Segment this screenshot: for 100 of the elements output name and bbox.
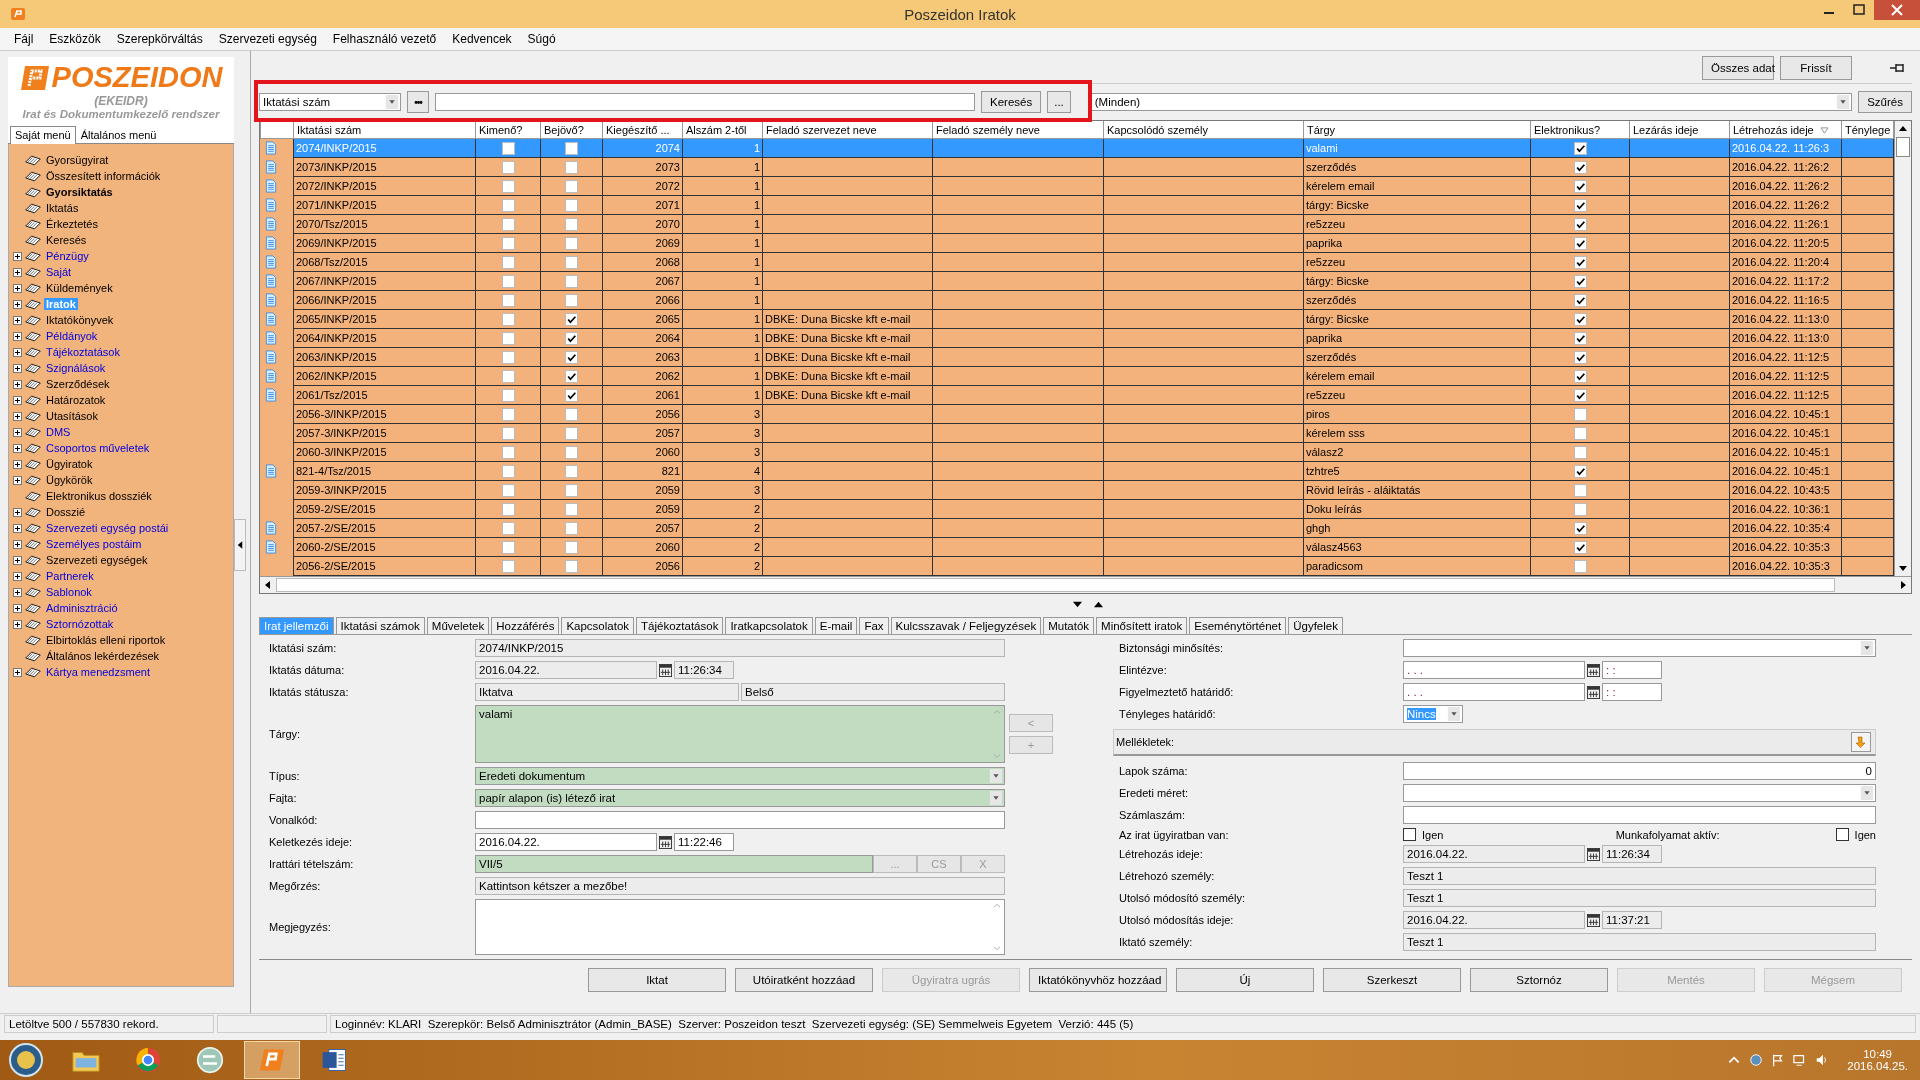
detail-tab[interactable]: Eseménytörténet	[1189, 617, 1287, 634]
checkbox[interactable]	[1573, 179, 1587, 193]
options-button[interactable]: ...	[1047, 91, 1071, 113]
action-button[interactable]: Utóiratként hozzáad	[735, 968, 873, 992]
checkbox[interactable]	[565, 312, 578, 326]
checkbox[interactable]	[501, 331, 515, 345]
checkbox[interactable]	[1573, 293, 1587, 307]
column-header[interactable]: Létrehozás ideje	[1729, 121, 1842, 139]
checkbox[interactable]	[1573, 540, 1587, 554]
checkbox[interactable]	[565, 426, 578, 440]
date-field[interactable]: 2016.04.22.	[1403, 911, 1585, 929]
checkbox[interactable]	[565, 388, 578, 402]
toolbar-button[interactable]: Összes adat	[1702, 56, 1774, 80]
checkbox[interactable]	[501, 426, 515, 440]
column-header[interactable]: Kapcsolódó személy	[1103, 121, 1304, 139]
menu-tree-item[interactable]: Érkeztetés	[44, 218, 100, 230]
menu-item[interactable]: Felhasználó vezető	[324, 32, 445, 46]
menu-tree-item[interactable]: Csoportos műveletek	[44, 442, 152, 454]
table-row[interactable]: 2069/INKP/2015 2069 1 paprika 2016.04.22. 11:20:5	[260, 233, 1894, 253]
checkbox[interactable]	[1573, 331, 1587, 345]
checkbox[interactable]	[501, 540, 515, 554]
menu-item[interactable]: Súgó	[519, 32, 564, 46]
number-field[interactable]: 0	[1403, 762, 1876, 780]
checkbox[interactable]	[565, 502, 578, 516]
checkbox[interactable]	[501, 559, 515, 573]
table-row[interactable]: 2056-2/SE/2015 2056 2 paradicsom 2016.04.22. 10:35:3	[260, 556, 1894, 576]
checkbox[interactable]	[1573, 198, 1587, 212]
checkbox[interactable]	[501, 141, 515, 155]
menu-item[interactable]: Fájl	[6, 32, 42, 46]
expand-icon[interactable]	[13, 587, 22, 597]
column-header[interactable]: Elektronikus?	[1530, 121, 1630, 139]
time-field[interactable]: : :	[1602, 661, 1662, 679]
table-row[interactable]: 2060-3/INKP/2015 2060 3 válasz2 2016.04.22. 10:45:1	[260, 442, 1894, 462]
time-field[interactable]: 11:22:46	[674, 833, 734, 851]
column-header[interactable]: Tárgy	[1303, 121, 1531, 139]
expand-icon[interactable]	[13, 555, 22, 565]
date-field[interactable]: 2016.04.22.	[475, 661, 657, 679]
menu-tree-item[interactable]: Szervezeti egységek	[44, 554, 150, 566]
expand-icon[interactable]	[13, 315, 22, 325]
menu-tree-item[interactable]: Összesített információk	[44, 170, 163, 182]
expand-icon[interactable]	[13, 619, 22, 629]
checkbox[interactable]	[565, 483, 578, 497]
menu-tree-item[interactable]: Pénzügy	[44, 250, 91, 262]
table-row[interactable]: 2056-3/INKP/2015 2056 3 piros 2016.04.22. 10:45:1	[260, 404, 1894, 424]
checkbox[interactable]	[565, 407, 578, 421]
start-icon[interactable]	[8, 1042, 44, 1078]
checkbox[interactable]	[565, 160, 578, 174]
date-field[interactable]: . . .	[1403, 683, 1585, 701]
detail-tab[interactable]: Kapcsolatok	[561, 617, 635, 634]
menu-tree-item[interactable]: Adminisztráció	[44, 602, 120, 614]
checkbox[interactable]	[1573, 274, 1587, 288]
table-row[interactable]: 2057-3/INKP/2015 2057 3 kérelem sss 2016.04.22. 10:45:1	[260, 423, 1894, 443]
menu-tree-item[interactable]: DMS	[44, 426, 73, 438]
checkbox[interactable]	[565, 217, 578, 231]
menu-tree-item[interactable]: Gyorsiktatás	[44, 186, 115, 198]
table-row[interactable]: 2070/Tsz/2015 2070 1 re5zzeu 2016.04.22. 11:26:1	[260, 214, 1894, 234]
checkbox[interactable]	[1573, 388, 1587, 402]
expand-icon[interactable]	[13, 347, 22, 357]
table-row[interactable]: 2062/INKP/2015 2062 1 DBKE: Duna Bicske kft e-mail kérelem email 2016.04.22. 11:12:5	[260, 366, 1894, 386]
checkbox[interactable]	[565, 521, 578, 535]
menu-tree-item[interactable]: Szignálások	[44, 362, 108, 374]
checkbox[interactable]	[1573, 350, 1587, 364]
checkbox[interactable]	[565, 464, 578, 478]
filter-button[interactable]: Szűrés	[1858, 91, 1912, 113]
checkbox[interactable]	[565, 198, 578, 212]
calendar-icon[interactable]	[659, 835, 672, 849]
menu-item[interactable]: Kedvencek	[444, 32, 520, 46]
checkbox[interactable]	[1573, 445, 1587, 459]
menu-tree-item[interactable]: Tájékoztatások	[44, 346, 122, 358]
date-field[interactable]: 2016.04.22.	[1403, 845, 1585, 863]
table-row[interactable]: 2064/INKP/2015 2064 1 DBKE: Duna Bicske kft e-mail paprika 2016.04.22. 11:13:0	[260, 328, 1894, 348]
expand-icon[interactable]	[13, 523, 22, 533]
calendar-icon[interactable]	[1587, 847, 1600, 861]
checkbox[interactable]	[565, 445, 578, 459]
dropdown[interactable]: papír alapon (is) létező irat	[475, 789, 1005, 807]
checkbox[interactable]	[565, 331, 578, 345]
scrollbar-icon[interactable]	[991, 707, 1003, 761]
expand-icon[interactable]	[13, 475, 22, 485]
checkbox[interactable]	[1573, 141, 1587, 155]
menu-tree-item[interactable]: Utasítások	[44, 410, 100, 422]
detail-tab[interactable]: Mutatók	[1043, 617, 1095, 634]
more-button[interactable]: •••	[407, 91, 429, 113]
scrollbar-icon[interactable]	[991, 901, 1003, 953]
table-row[interactable]: 2059-3/INKP/2015 2059 3 Rövid leírás - aláiktatás 2016.04.22. 10:43:5	[260, 480, 1894, 500]
text-area[interactable]	[475, 899, 1005, 955]
menu-tree-item[interactable]: Szerződések	[44, 378, 112, 390]
table-row[interactable]: 2065/INKP/2015 2065 1 DBKE: Duna Bicske kft e-mail tárgy: Bicske 2016.04.22. 11:13:0	[260, 309, 1894, 329]
date-field[interactable]: 2016.04.22.	[475, 833, 657, 851]
checkbox[interactable]	[1573, 217, 1587, 231]
detail-tab[interactable]: Iratkapcsolatok	[725, 617, 813, 634]
status-field[interactable]: Belső	[741, 683, 1005, 701]
detail-tab[interactable]: Ügyfelek	[1288, 617, 1343, 634]
menu-tree-item[interactable]: Iktatókönyvek	[44, 314, 116, 326]
sidebar-tab[interactable]: Saját menü	[10, 126, 76, 144]
horizontal-scrollbar[interactable]	[260, 576, 1911, 593]
time-field[interactable]: : :	[1602, 683, 1662, 701]
expand-icon[interactable]	[13, 331, 22, 341]
menu-tree-item[interactable]: Szervezeti egység postái	[44, 522, 171, 534]
network-icon[interactable]	[1749, 1053, 1764, 1067]
table-row[interactable]: 2061/Tsz/2015 2061 1 DBKE: Duna Bicske kft e-mail re5zzeu 2016.04.22. 11:12:5	[260, 385, 1894, 405]
